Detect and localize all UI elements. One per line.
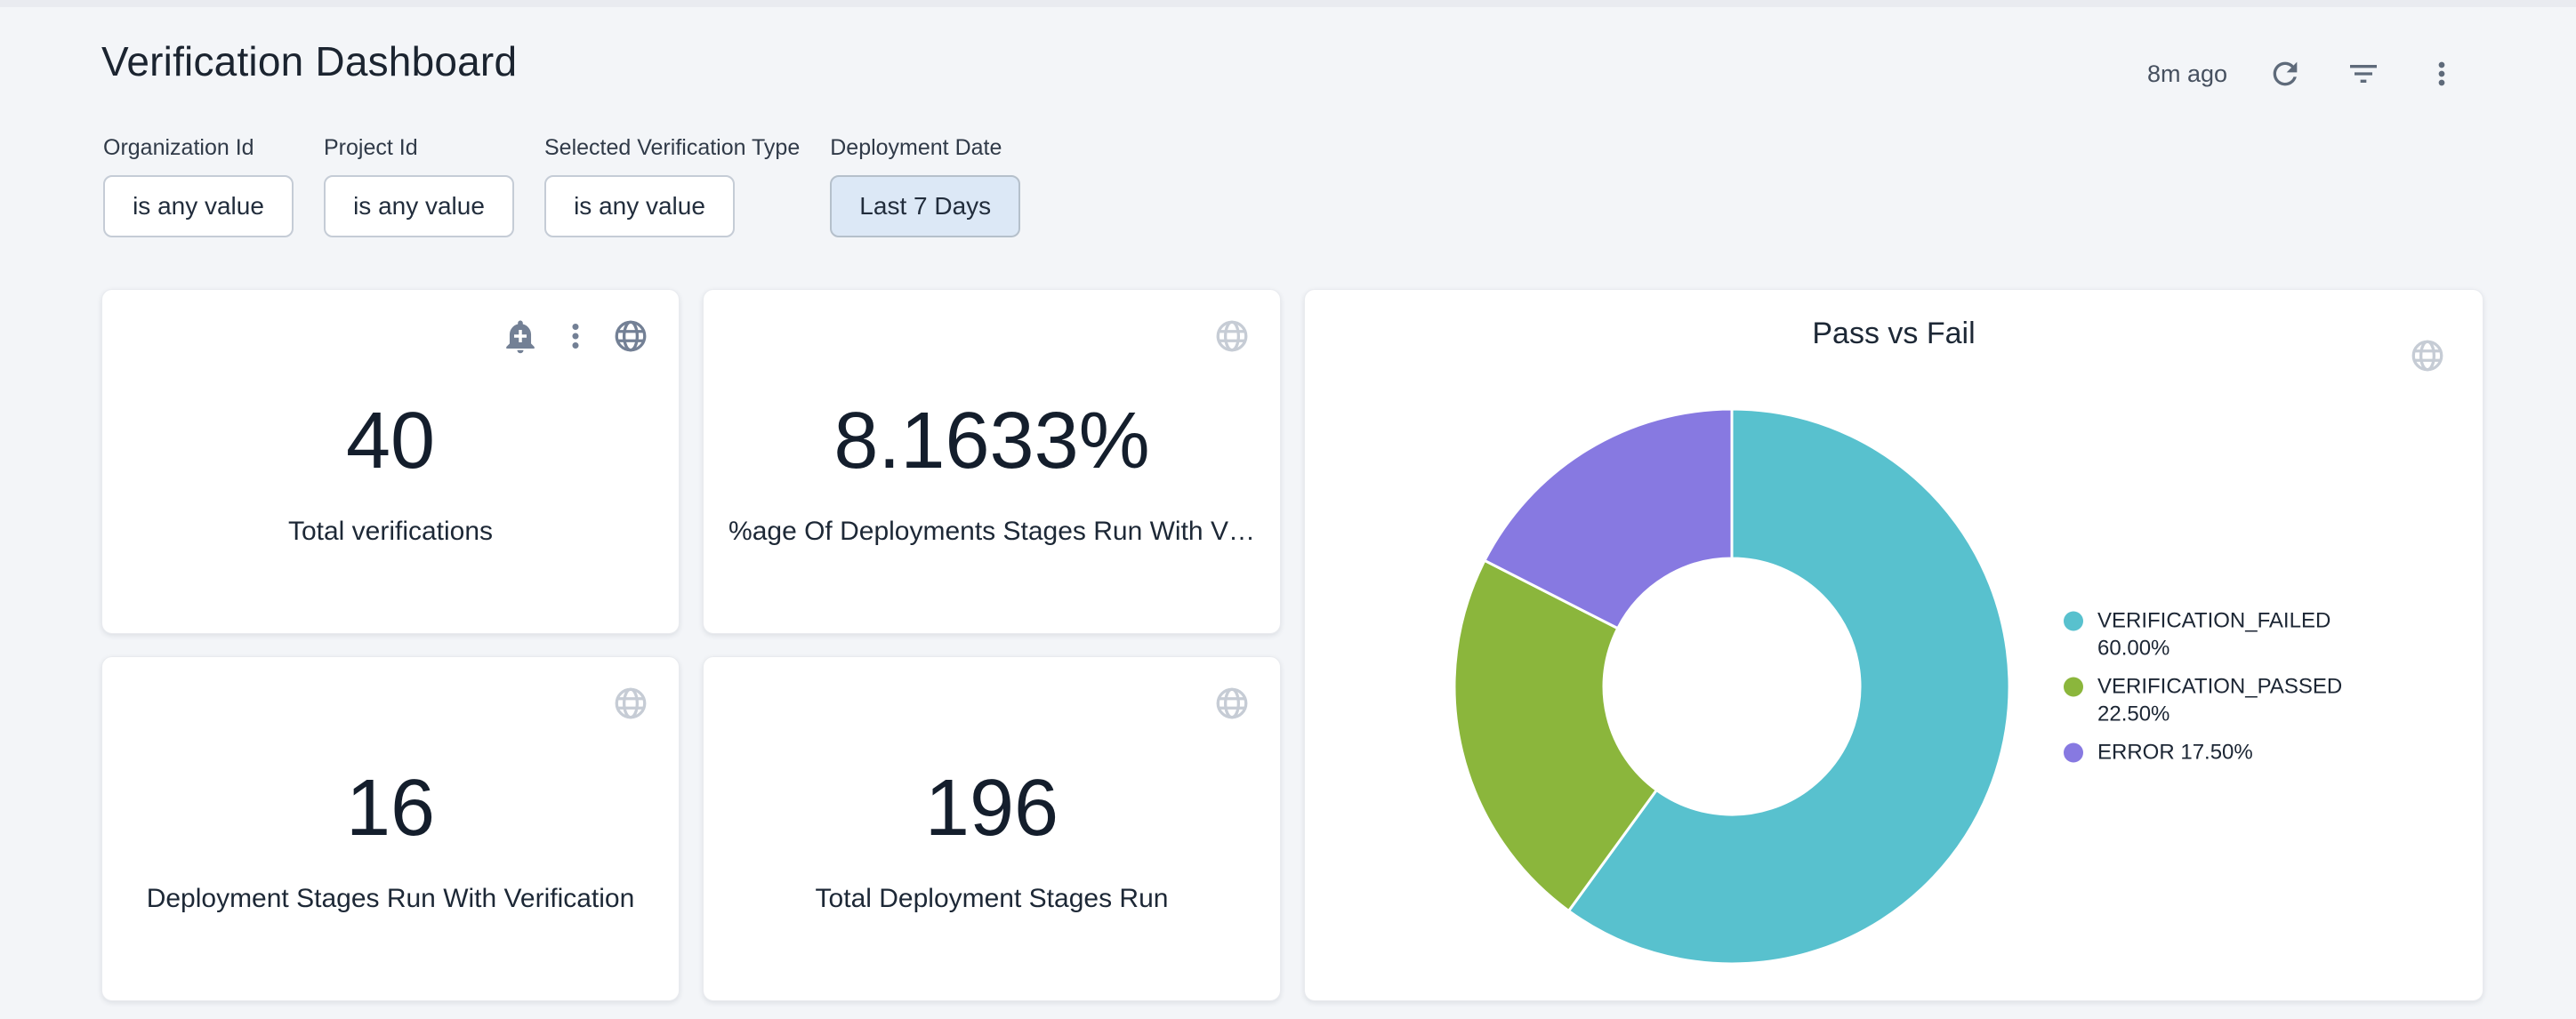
tile-actions [1212, 317, 1252, 356]
filter-group-project-id: Project Id is any value [324, 135, 514, 237]
single-value-visualization: 16 Deployment Stages Run With Verificati… [102, 657, 679, 1000]
filter-chip-selected-verification-type[interactable]: is any value [544, 175, 735, 237]
tile-label: Total Deployment Stages Run [816, 884, 1169, 914]
filter-list-icon [2346, 56, 2381, 92]
explore-from-here-button[interactable] [1212, 317, 1252, 356]
donut-chart [1451, 405, 2013, 967]
filter-label: Deployment Date [830, 135, 1020, 161]
filter-group-organization-id: Organization Id is any value [103, 135, 294, 237]
tile-actions [2408, 336, 2447, 375]
tile-total-deployment-stages-run: 196 Total Deployment Stages Run [703, 656, 1281, 1001]
legend-item-verification_passed[interactable]: VERIFICATION_PASSED 22.50% [2064, 673, 2375, 728]
globe-icon [612, 685, 649, 722]
dashboard-grid: 40 Total verifications 8.1633% %age Of D… [101, 289, 2483, 1001]
tile-value: 40 [346, 399, 435, 484]
tile-label: Total verifications [288, 517, 493, 547]
explore-from-here-button[interactable] [611, 684, 650, 723]
chart-title: Pass vs Fail [1305, 317, 2483, 351]
legend-dot [2064, 612, 2083, 631]
filter-label: Organization Id [103, 135, 294, 161]
filter-bar: Organization Id is any value Project Id … [103, 135, 1020, 237]
legend-item-error[interactable]: ERROR 17.50% [2064, 739, 2375, 766]
tile-value: 196 [925, 766, 1059, 851]
globe-icon [2409, 337, 2446, 374]
tile-total-verifications: 40 Total verifications [101, 289, 680, 634]
tile-value: 8.1633% [833, 399, 1149, 484]
globe-icon [1213, 685, 1251, 722]
refresh-icon [2267, 56, 2303, 92]
legend-label: VERIFICATION_FAILED 60.00% [2097, 607, 2375, 662]
tile-pct-deployment-stages-with-verification: 8.1633% %age Of Deployments Stages Run W… [703, 289, 1281, 634]
refresh-button[interactable] [2265, 53, 2306, 94]
tile-deployment-stages-run-with-verification: 16 Deployment Stages Run With Verificati… [101, 656, 680, 1001]
filter-label: Selected Verification Type [544, 135, 800, 161]
tile-label: %age Of Deployments Stages Run With V… [729, 517, 1255, 547]
tile-actions [1212, 684, 1252, 723]
dashboard-menu-button[interactable] [2421, 53, 2462, 94]
header-controls: 8m ago [2147, 53, 2462, 94]
tile-actions [611, 684, 650, 723]
tile-menu-button[interactable] [556, 317, 595, 356]
filter-group-selected-verification-type: Selected Verification Type is any value [544, 135, 800, 237]
explore-from-here-button[interactable] [611, 317, 650, 356]
tile-label: Deployment Stages Run With Verification [147, 884, 635, 914]
globe-icon [612, 317, 649, 355]
filter-chip-organization-id[interactable]: is any value [103, 175, 294, 237]
dashboard-page: { "header": { "title": "Verification Das… [0, 0, 2576, 1019]
filter-group-deployment-date: Deployment Date Last 7 Days [830, 135, 1020, 237]
explore-from-here-button[interactable] [1212, 684, 1252, 723]
filter-label: Project Id [324, 135, 514, 161]
chart-legend: VERIFICATION_FAILED 60.00% VERIFICATION_P… [2064, 607, 2375, 766]
filter-chip-deployment-date[interactable]: Last 7 Days [830, 175, 1020, 237]
donut-chart-svg [1451, 405, 2013, 967]
single-value-visualization: 8.1633% %age Of Deployments Stages Run W… [704, 290, 1280, 633]
add-alert-icon [502, 317, 539, 355]
filter-chip-project-id[interactable]: is any value [324, 175, 514, 237]
legend-label: VERIFICATION_PASSED 22.50% [2097, 673, 2375, 728]
single-value-visualization: 196 Total Deployment Stages Run [704, 657, 1280, 1000]
top-edge-band [0, 0, 2576, 7]
last-refresh-text: 8m ago [2147, 60, 2227, 88]
legend-item-verification_failed[interactable]: VERIFICATION_FAILED 60.00% [2064, 607, 2375, 662]
tile-value: 16 [346, 766, 435, 851]
tile-actions [501, 317, 650, 356]
more-vert-icon [2424, 56, 2459, 92]
add-alert-button[interactable] [501, 317, 540, 356]
globe-icon [1213, 317, 1251, 355]
tile-pass-vs-fail-chart: Pass vs Fail VERIFICATION_FAILED 60.00%V… [1304, 289, 2483, 1001]
page-title: Verification Dashboard [101, 37, 517, 85]
dashboard-filters-button[interactable] [2343, 53, 2384, 94]
legend-label: ERROR 17.50% [2097, 739, 2375, 766]
more-vert-icon [557, 317, 594, 355]
explore-from-here-button[interactable] [2408, 336, 2447, 375]
legend-dot [2064, 743, 2083, 763]
legend-dot [2064, 678, 2083, 697]
